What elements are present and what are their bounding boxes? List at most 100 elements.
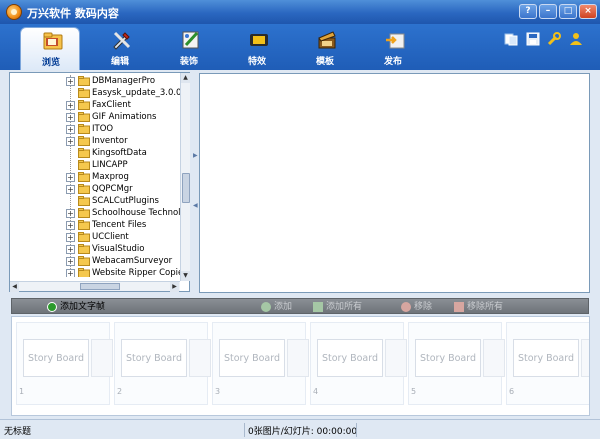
tree-item[interactable]: KingsoftData bbox=[10, 147, 180, 159]
panel-splitter[interactable]: ▶ ◀ bbox=[191, 72, 198, 294]
app-logo-icon bbox=[6, 4, 22, 20]
storyboard-card[interactable]: Story Board bbox=[121, 339, 187, 377]
folder-icon bbox=[78, 208, 90, 218]
tree-item[interactable]: + Website Ripper Copier bbox=[10, 267, 180, 277]
transition-slot[interactable] bbox=[91, 339, 113, 377]
scroll-down-arrow-icon[interactable]: ▼ bbox=[181, 271, 190, 281]
expand-toggle-icon[interactable]: + bbox=[66, 269, 75, 277]
tree-item[interactable]: + UCClient bbox=[10, 231, 180, 243]
scroll-right-arrow-icon[interactable]: ▶ bbox=[170, 282, 179, 292]
tree-item-label: ITOO bbox=[92, 124, 114, 134]
add-all-icon bbox=[313, 302, 323, 312]
tree-item[interactable]: + DBManagerPro bbox=[10, 75, 180, 87]
splitter-arrow-icon[interactable]: ◀ bbox=[193, 202, 198, 209]
splitter-arrow-icon[interactable]: ▶ bbox=[193, 152, 198, 159]
template-clapper-icon bbox=[318, 31, 336, 49]
tree-item[interactable]: + VisualStudio bbox=[10, 243, 180, 255]
storyboard-card[interactable]: Story Board bbox=[415, 339, 481, 377]
tree-item[interactable]: + GIF Animations bbox=[10, 111, 180, 123]
storyboard-card[interactable]: Story Board bbox=[219, 339, 285, 377]
minimize-button[interactable]: – bbox=[539, 4, 557, 19]
tab-publish-label: 发布 bbox=[383, 57, 402, 67]
title-bar: 万兴软件 数码内容 ? – □ × bbox=[0, 0, 600, 24]
tree-item[interactable]: + WebacamSurveyor bbox=[10, 255, 180, 267]
storyboard-slot-number: 5 bbox=[411, 387, 417, 396]
expand-toggle-icon[interactable]: + bbox=[66, 245, 75, 254]
expand-toggle-icon[interactable]: + bbox=[66, 209, 75, 218]
tree-item-label: DBManagerPro bbox=[92, 76, 156, 86]
tree-item-label: VisualStudio bbox=[92, 244, 145, 254]
scroll-left-arrow-icon[interactable]: ◀ bbox=[10, 282, 19, 292]
main-toolbar: 浏览 编辑 装饰 特效 模板 发布 bbox=[0, 24, 600, 70]
remove-label: 移除 bbox=[414, 302, 433, 312]
tree-item[interactable]: Easysk_update_3.0.0.2 bbox=[10, 87, 180, 99]
scroll-thumb[interactable] bbox=[182, 173, 190, 203]
storyboard-card[interactable]: Story Board bbox=[317, 339, 383, 377]
tree-item[interactable]: + Tencent Files bbox=[10, 219, 180, 231]
expand-toggle-icon[interactable]: + bbox=[66, 173, 75, 182]
tree-item[interactable]: + Schoolhouse Technolog bbox=[10, 207, 180, 219]
maximize-button[interactable]: □ bbox=[559, 4, 577, 19]
expand-toggle-icon[interactable]: + bbox=[66, 101, 75, 110]
settings-icon[interactable] bbox=[547, 32, 561, 46]
tree-item[interactable]: + Maxprog bbox=[10, 171, 180, 183]
folder-icon bbox=[78, 256, 90, 266]
tab-template[interactable]: 模板 bbox=[295, 27, 355, 69]
transition-slot[interactable] bbox=[287, 339, 309, 377]
status-divider bbox=[244, 423, 245, 437]
tab-effects[interactable]: 特效 bbox=[227, 27, 287, 69]
transition-slot[interactable] bbox=[189, 339, 211, 377]
close-button[interactable]: × bbox=[579, 4, 597, 19]
tab-publish[interactable]: 发布 bbox=[363, 27, 423, 69]
storyboard-card[interactable]: Story Board bbox=[23, 339, 89, 377]
hscroll-thumb[interactable] bbox=[80, 283, 120, 290]
import-icon[interactable] bbox=[504, 32, 518, 46]
expand-toggle-icon[interactable]: + bbox=[66, 233, 75, 242]
transition-slot[interactable] bbox=[385, 339, 407, 377]
storyboard-card[interactable]: Story Board bbox=[513, 339, 579, 377]
tree-item[interactable]: LINCAPP bbox=[10, 159, 180, 171]
tree-item[interactable]: + QQPCMgr bbox=[10, 183, 180, 195]
save-icon[interactable] bbox=[526, 32, 540, 46]
tree-horizontal-scrollbar[interactable]: ◀ ▶ bbox=[10, 281, 180, 292]
tab-browse-label: 浏览 bbox=[41, 58, 60, 68]
preview-area[interactable] bbox=[199, 73, 590, 293]
scroll-up-arrow-icon[interactable]: ▲ bbox=[181, 73, 190, 83]
folder-icon bbox=[78, 148, 90, 158]
expand-toggle-icon[interactable]: + bbox=[66, 257, 75, 266]
expand-toggle-icon[interactable]: + bbox=[66, 113, 75, 122]
add-icon bbox=[261, 302, 271, 312]
expand-toggle-icon[interactable]: + bbox=[66, 125, 75, 134]
folder-icon bbox=[78, 184, 90, 194]
help-button[interactable]: ? bbox=[519, 4, 537, 19]
tab-browse[interactable]: 浏览 bbox=[20, 27, 80, 70]
add-circle-icon bbox=[47, 302, 57, 312]
folder-icon bbox=[78, 232, 90, 242]
user-icon[interactable] bbox=[569, 32, 583, 46]
tree-item[interactable]: SCALCutPlugins bbox=[10, 195, 180, 207]
expand-toggle-icon[interactable]: + bbox=[66, 185, 75, 194]
tree-vertical-scrollbar[interactable]: ▲ ▼ bbox=[180, 73, 190, 281]
tree-item[interactable]: + Inventor bbox=[10, 135, 180, 147]
storyboard-slot-number: 4 bbox=[313, 387, 319, 396]
tab-decorate[interactable]: 装饰 bbox=[159, 27, 219, 69]
transition-slot[interactable] bbox=[483, 339, 505, 377]
tree-item[interactable]: + ITOO bbox=[10, 123, 180, 135]
transition-slot[interactable] bbox=[581, 339, 589, 377]
expand-toggle-icon[interactable]: + bbox=[66, 221, 75, 230]
tab-template-label: 模板 bbox=[315, 57, 334, 67]
tab-edit[interactable]: 编辑 bbox=[90, 27, 150, 69]
storyboard-slot-number: 2 bbox=[117, 387, 123, 396]
remove-icon bbox=[401, 302, 411, 312]
expand-toggle-icon[interactable]: + bbox=[66, 137, 75, 146]
tree-item-label: Schoolhouse Technolog bbox=[92, 208, 180, 218]
folder-icon bbox=[78, 268, 90, 277]
status-divider bbox=[356, 423, 357, 437]
tab-decorate-label: 装饰 bbox=[179, 57, 198, 67]
tree-item[interactable]: + FaxClient bbox=[10, 99, 180, 111]
tree-item-label: UCClient bbox=[92, 232, 129, 242]
folder-icon bbox=[78, 244, 90, 254]
tree-item-label: QQPCMgr bbox=[92, 184, 133, 194]
tab-edit-label: 编辑 bbox=[110, 57, 129, 67]
expand-toggle-icon[interactable]: + bbox=[66, 77, 75, 86]
